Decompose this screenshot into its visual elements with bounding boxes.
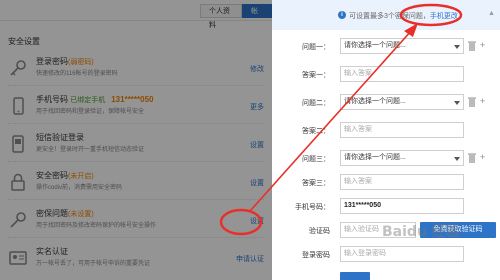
answer-label: 答案二： [302,128,330,135]
security-question-setup-link[interactable]: 设置 [250,216,264,226]
sms-setup-link[interactable]: 设置 [250,140,264,150]
watermark: Baidu 经验 [382,224,460,240]
setting-desc: 万一帐号丢了，可用于帐号申诉的重要凭证 [36,261,151,267]
status-badge: (未设置) [68,211,94,218]
info-icon: i [338,11,346,19]
question-1-select[interactable]: 请你选择一个问题... [340,38,464,54]
status-badge: (未开启) [68,173,94,180]
trash-icon[interactable] [468,41,476,51]
setting-desc: 用于找回密码和登录验证，保障帐号安全 [36,109,145,115]
setting-desc: 用于找回密码及修改密码保护的帐号安全操作 [36,223,157,229]
setting-login-password: 登录密码(弱密码) 快速修改的116帐号的登录密码 修改 [0,52,272,86]
key-icon [8,58,28,78]
modify-password-link[interactable]: 修改 [250,64,264,74]
status-badge: (弱密码) [68,59,94,66]
phone-number: 131*****050 [111,95,154,104]
password-label: 登录密码 [302,252,330,259]
chevron-down-icon [454,157,460,161]
info-banner: i 可设置最多3个密保问题，手机更改 ▲ [272,0,500,30]
more-link[interactable]: 更多 [250,102,264,112]
setting-desc: 快速修改的116帐号的登录密码 [36,71,118,77]
plus-icon[interactable]: + [480,40,488,50]
plus-icon[interactable]: + [480,152,488,162]
question-label: 问题一： [302,44,330,51]
setting-title: 安全密码(未开启) [36,171,94,180]
question-2-select[interactable]: 请你选择一个问题... [340,94,464,110]
login-password-input[interactable]: 输入登录密码 [340,246,464,262]
setting-mobile: 手机号码 已绑定手机 131*****050 用于找回密码和登录验证，保障帐号安全… [0,90,272,124]
setting-title: 登录密码(弱密码) [36,57,94,66]
tab-account[interactable]: 帐号 [242,4,272,29]
chevron-up-icon[interactable]: ▲ [488,10,496,18]
answer-2-input[interactable]: 输入答案 [340,122,464,138]
apply-verification-link[interactable]: 申请认证 [236,254,264,264]
setting-title: 手机号码 已绑定手机 131*****050 [36,95,154,104]
divider [0,20,272,21]
setting-sms-login: 短信验证登录 更安全！登录时开一重手机短信动态验证 设置 [0,128,272,162]
setting-desc: 更安全！登录时开一重手机短信动态验证 [36,147,145,153]
phone-label: 手机号码： [295,204,330,211]
trash-icon[interactable] [468,97,476,107]
banner-text: 可设置最多3个密保问题，手机更改 [349,13,458,20]
section-title: 安全设置 [8,37,40,46]
answer-3-input[interactable]: 输入答案 [340,174,464,190]
setting-title: 实名认证 [36,247,68,256]
security-password-setup-link[interactable]: 设置 [250,178,264,188]
chevron-down-icon [454,101,460,105]
plus-icon[interactable]: + [480,96,488,106]
phone-field: 131*****050 [340,198,464,214]
sms-icon [8,134,28,154]
question-label: 问题二： [302,100,330,107]
answer-label: 答案三： [302,180,330,187]
setting-title: 短信验证登录 [36,133,84,142]
setting-security-question: 密保问题(未设置) 用于找回密码及修改密码保护的帐号安全操作 设置 [0,204,272,238]
answer-1-input[interactable]: 输入答案 [340,66,464,82]
tab-bar: 个人资料 帐号 [200,4,272,29]
setting-security-password: 安全密码(未开启) 操作codiv前，消费需用安全密码 设置 [0,166,272,200]
trash-icon[interactable] [468,153,476,163]
question-3-select[interactable]: 请你选择一个问题... [340,150,464,166]
code-label: 验证码 [309,228,330,235]
lock-icon [8,172,28,192]
account-settings-page: 个人资料 帐号 安全设置 登录密码(弱密码) 快速修改的116帐号的登录密码 修… [0,0,272,280]
question-key-icon [8,210,28,230]
phone-change-link[interactable]: 手机更改 [430,13,458,20]
question-label: 问题三： [302,156,330,163]
status-badge: 已绑定手机 [70,97,106,104]
answer-label: 答案一： [302,72,330,79]
tab-profile[interactable]: 个人资料 [200,4,242,29]
chevron-down-icon [454,45,460,49]
mobile-phone-icon [8,96,28,116]
setting-desc: 操作codiv前，消费需用安全密码 [36,185,123,191]
setting-title: 密保问题(未设置) [36,209,94,218]
submit-button[interactable] [340,272,370,280]
setting-real-name: 实名认证 万一帐号丢了，可用于帐号申诉的重要凭证 申请认证 [0,242,272,276]
id-card-icon [8,248,28,268]
